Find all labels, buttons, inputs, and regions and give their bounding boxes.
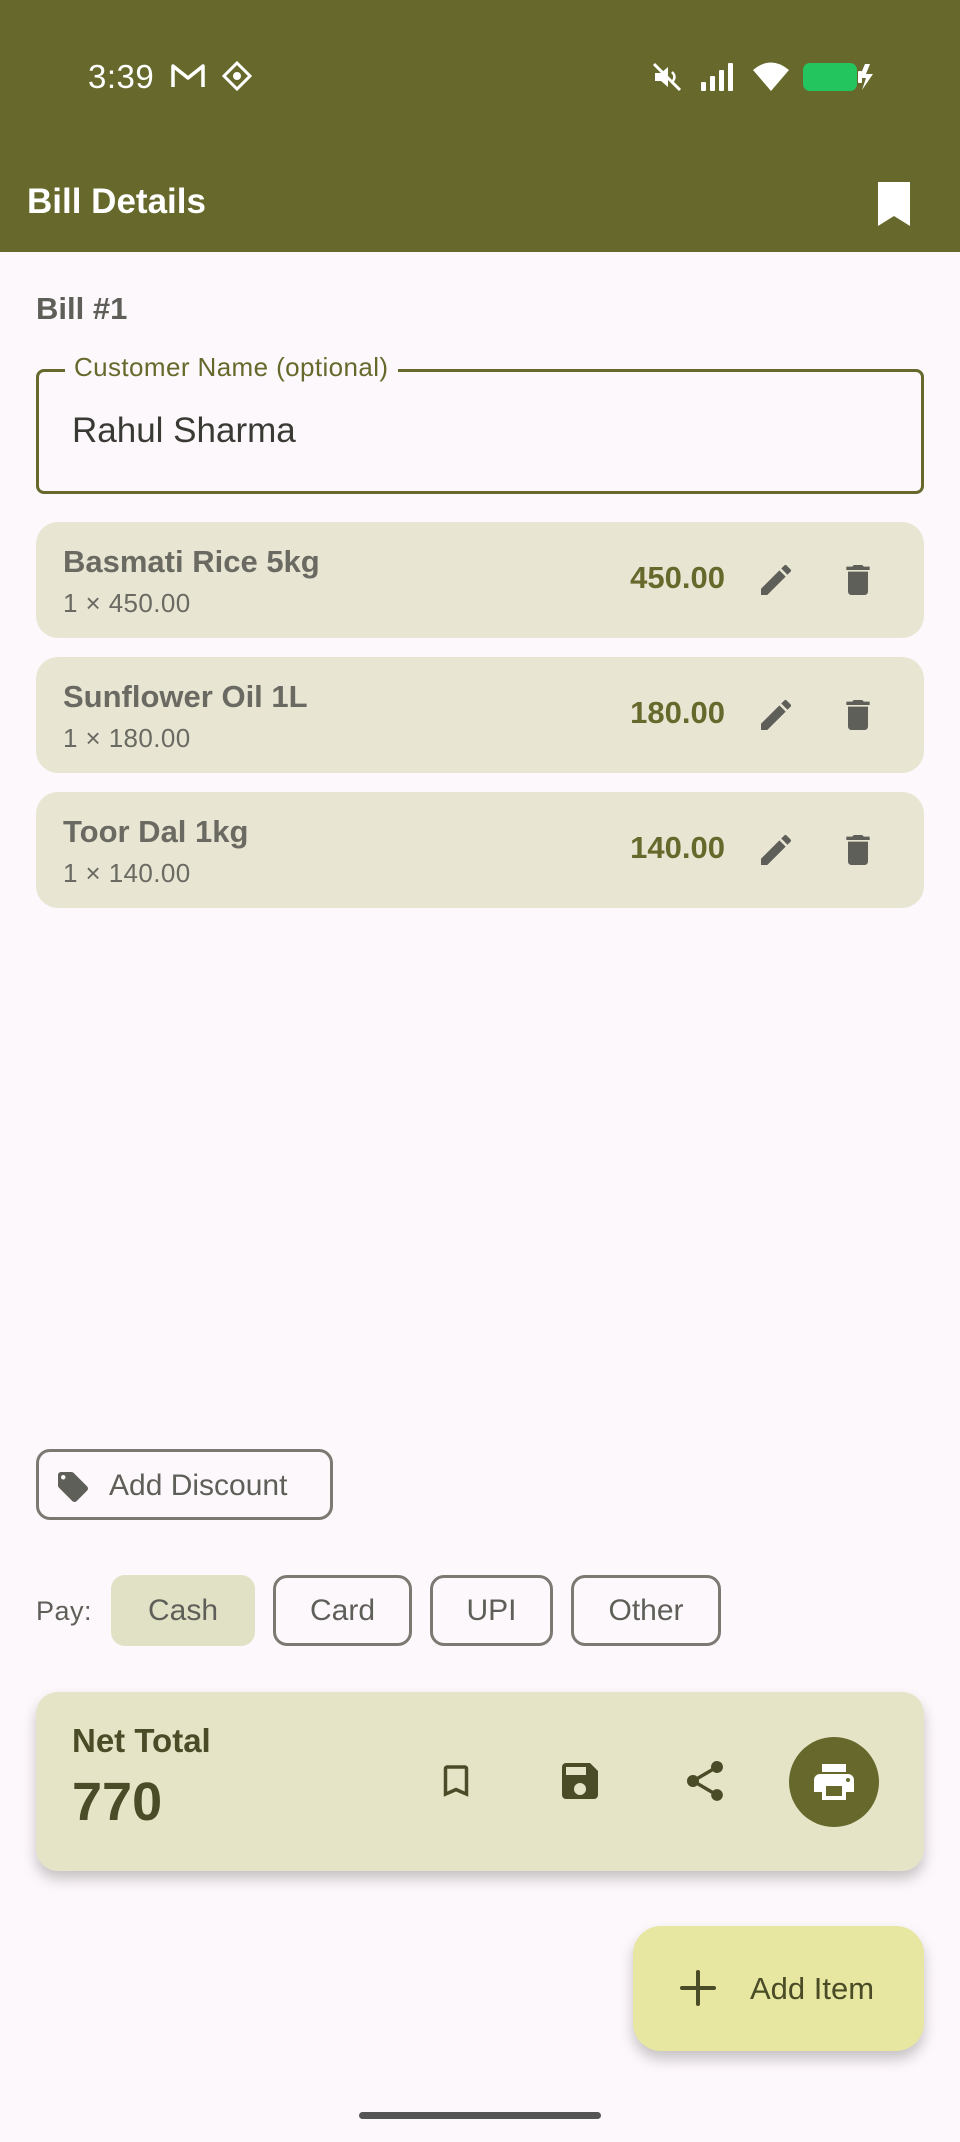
- edit-icon[interactable]: [756, 695, 796, 735]
- item-name: Basmati Rice 5kg: [63, 544, 320, 579]
- gmail-icon: [171, 64, 205, 87]
- item-name: Sunflower Oil 1L: [63, 679, 308, 714]
- wifi-icon: [753, 62, 789, 91]
- bookmark-icon[interactable]: [435, 1758, 477, 1804]
- payment-chip-cash[interactable]: Cash: [111, 1575, 255, 1646]
- signal-icon: [701, 63, 733, 91]
- add-item-label: Add Item: [750, 1971, 875, 2006]
- bill-number: Bill #1: [36, 291, 128, 326]
- net-total-value: 770: [72, 1772, 163, 1832]
- add-discount-button[interactable]: Add Discount: [36, 1449, 333, 1520]
- payment-label: Pay:: [36, 1596, 93, 1626]
- mute-icon: [652, 62, 682, 92]
- item-detail: 1 × 180.00: [63, 723, 191, 753]
- bill-item[interactable]: Sunflower Oil 1L 1 × 180.00 180.00: [36, 657, 924, 773]
- customer-name-label: Customer Name (optional): [65, 352, 398, 383]
- plus-icon: [680, 1970, 716, 2006]
- share-icon[interactable]: [681, 1757, 729, 1805]
- item-detail: 1 × 450.00: [63, 588, 191, 618]
- item-detail: 1 × 140.00: [63, 858, 191, 888]
- save-icon[interactable]: [556, 1757, 604, 1805]
- bill-item[interactable]: Toor Dal 1kg 1 × 140.00 140.00: [36, 792, 924, 908]
- print-icon: [814, 1764, 854, 1800]
- customer-name-field[interactable]: Customer Name (optional) Rahul Sharma: [36, 352, 924, 494]
- edit-icon[interactable]: [756, 830, 796, 870]
- item-price: 180.00: [630, 695, 725, 730]
- delete-icon[interactable]: [838, 695, 878, 735]
- edit-icon[interactable]: [756, 560, 796, 600]
- tag-icon: [58, 1472, 89, 1503]
- payment-chip-card[interactable]: Card: [273, 1575, 412, 1646]
- app-header: 3:39 Bill Details: [0, 0, 960, 252]
- net-total-label: Net Total: [72, 1722, 211, 1759]
- notification-app-icon: [222, 61, 252, 91]
- bookmark-icon[interactable]: [874, 180, 914, 228]
- status-time: 3:39: [88, 58, 155, 95]
- bill-item[interactable]: Basmati Rice 5kg 1 × 450.00 450.00: [36, 522, 924, 638]
- page-title: Bill Details: [27, 182, 206, 221]
- item-price: 140.00: [630, 830, 725, 865]
- customer-name-input[interactable]: Rahul Sharma: [72, 411, 296, 451]
- add-item-button[interactable]: Add Item: [633, 1926, 924, 2051]
- delete-icon[interactable]: [838, 560, 878, 600]
- payment-chip-other[interactable]: Other: [571, 1575, 721, 1646]
- add-discount-label: Add Discount: [109, 1469, 288, 1502]
- item-name: Toor Dal 1kg: [63, 814, 249, 849]
- item-price: 450.00: [630, 560, 725, 595]
- print-button[interactable]: [789, 1737, 879, 1827]
- payment-chip-upi[interactable]: UPI: [430, 1575, 553, 1646]
- net-total-card: Net Total 770: [36, 1692, 924, 1871]
- delete-icon[interactable]: [838, 830, 878, 870]
- home-indicator[interactable]: [359, 2112, 601, 2119]
- battery-charging-icon: [803, 63, 873, 91]
